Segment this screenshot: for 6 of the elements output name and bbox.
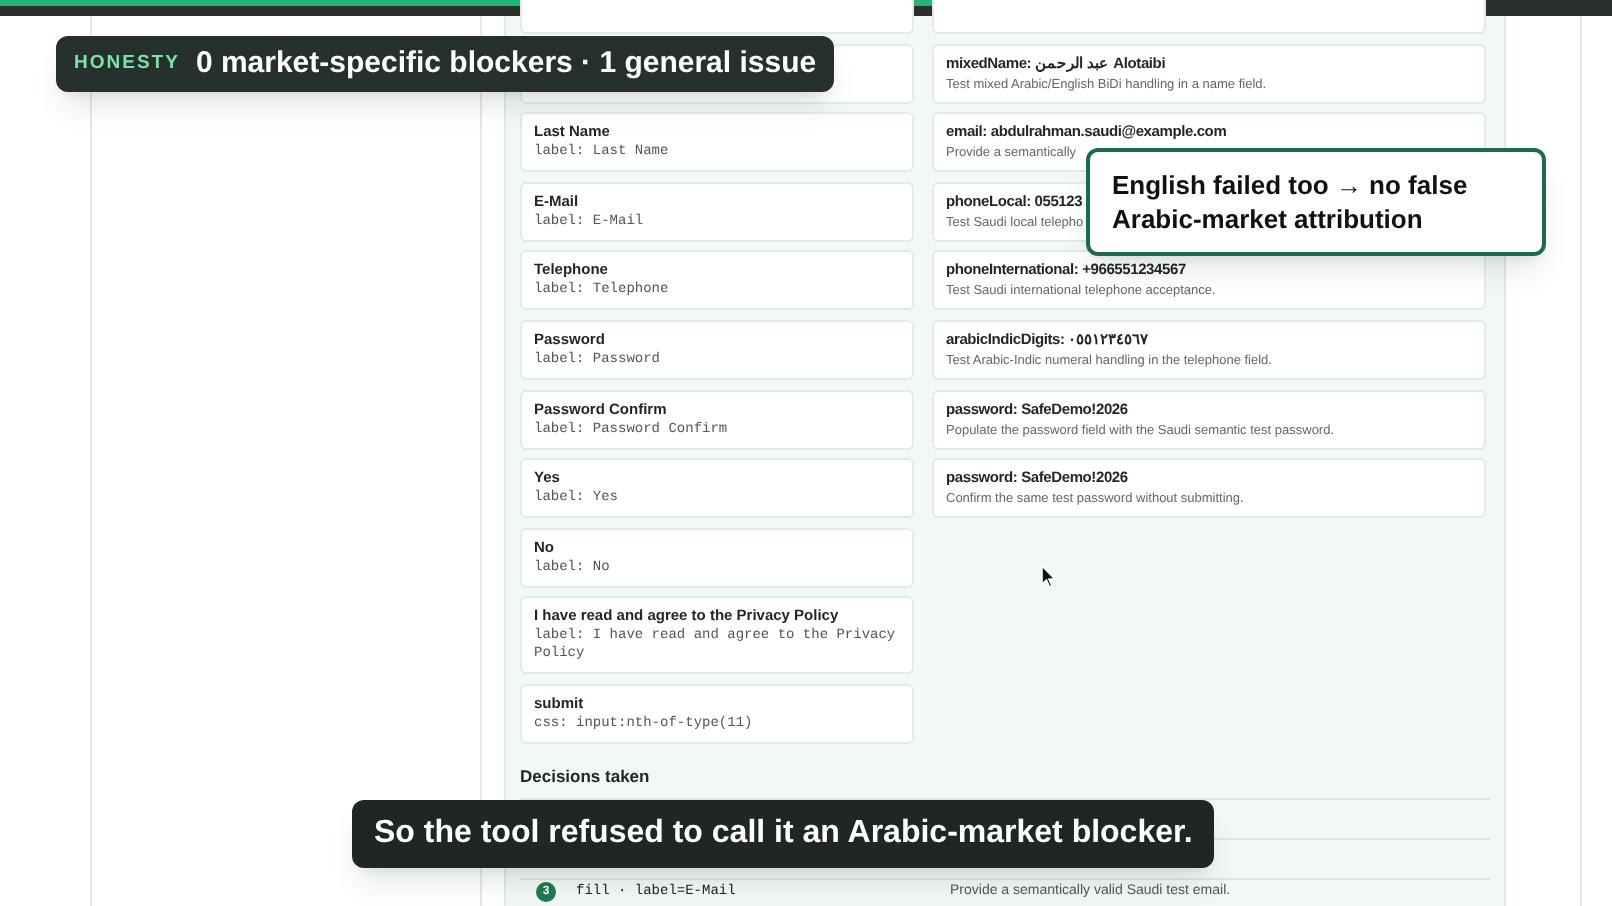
subtitle-text: So the tool refused to call it an Arabic-market blocker.	[374, 814, 1193, 854]
section-heading: Decisions taken	[520, 765, 652, 786]
callout-text: English failed too → no false Arabic-market attribution	[1112, 168, 1470, 236]
mouse-cursor-icon	[1040, 564, 1056, 588]
banner-text: 0 market-specific blockers · 1 general issue	[195, 43, 817, 84]
banner-tag: HONESTY	[74, 49, 180, 79]
